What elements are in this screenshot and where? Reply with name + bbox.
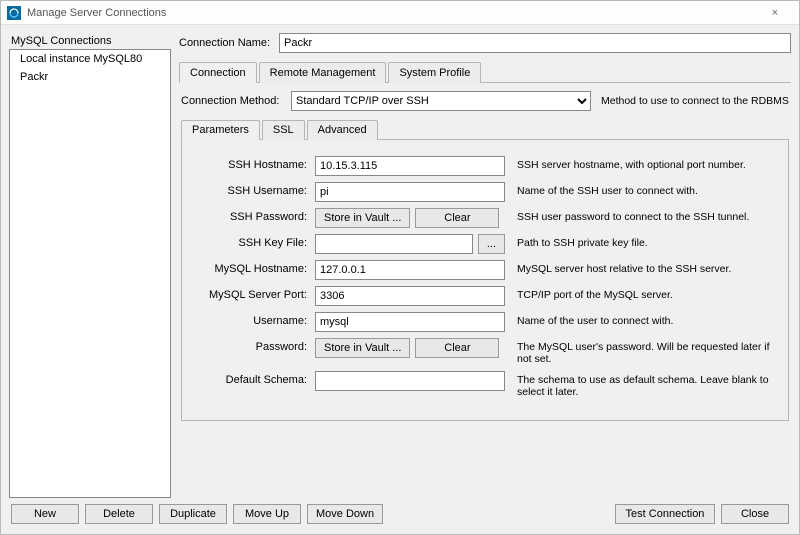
titlebar: Manage Server Connections ×	[1, 1, 799, 25]
new-button[interactable]: New	[11, 504, 79, 524]
window-close-button[interactable]: ×	[757, 7, 793, 19]
tab-system-profile[interactable]: System Profile	[388, 62, 481, 83]
connection-method-select[interactable]: Standard TCP/IP over SSH	[291, 91, 591, 111]
ssh-keyfile-label: SSH Key File:	[190, 234, 315, 249]
connections-heading: MySQL Connections	[11, 35, 169, 47]
close-button[interactable]: Close	[721, 504, 789, 524]
connections-list[interactable]: Local instance MySQL80 Packr	[9, 49, 171, 498]
mysql-password-clear-button[interactable]: Clear	[415, 338, 499, 358]
subtab-advanced[interactable]: Advanced	[307, 120, 378, 140]
mysql-username-desc: Name of the user to connect with.	[505, 312, 780, 327]
mysql-username-input[interactable]	[315, 312, 505, 332]
mysql-port-desc: TCP/IP port of the MySQL server.	[505, 286, 780, 301]
mysql-username-label: Username:	[190, 312, 315, 327]
mysql-hostname-label: MySQL Hostname:	[190, 260, 315, 275]
subtab-parameters[interactable]: Parameters	[181, 120, 260, 140]
move-up-button[interactable]: Move Up	[233, 504, 301, 524]
window-title: Manage Server Connections	[27, 7, 166, 19]
parameter-tabs: Parameters SSL Advanced	[181, 119, 789, 140]
ssh-username-label: SSH Username:	[190, 182, 315, 197]
main-tabs: Connection Remote Management System Prof…	[179, 61, 791, 83]
connection-name-label: Connection Name:	[179, 37, 279, 49]
connection-name-input[interactable]	[279, 33, 791, 53]
app-icon	[7, 6, 21, 20]
parameters-pane: SSH Hostname: SSH server hostname, with …	[181, 140, 789, 421]
mysql-hostname-input[interactable]	[315, 260, 505, 280]
mysql-password-store-button[interactable]: Store in Vault ...	[315, 338, 410, 358]
ssh-hostname-label: SSH Hostname:	[190, 156, 315, 171]
connections-list-item[interactable]: Local instance MySQL80	[10, 50, 170, 68]
mysql-password-desc: The MySQL user's password. Will be reque…	[505, 338, 780, 365]
ssh-hostname-desc: SSH server hostname, with optional port …	[505, 156, 780, 171]
tab-remote-management[interactable]: Remote Management	[259, 62, 387, 83]
duplicate-button[interactable]: Duplicate	[159, 504, 227, 524]
ssh-password-label: SSH Password:	[190, 208, 315, 223]
delete-button[interactable]: Delete	[85, 504, 153, 524]
connection-method-description: Method to use to connect to the RDBMS	[601, 95, 789, 107]
ssh-username-desc: Name of the SSH user to connect with.	[505, 182, 780, 197]
connections-list-item[interactable]: Packr	[10, 68, 170, 86]
tab-connection[interactable]: Connection	[179, 62, 257, 83]
ssh-password-store-button[interactable]: Store in Vault ...	[315, 208, 410, 228]
subtab-ssl[interactable]: SSL	[262, 120, 305, 140]
mysql-port-input[interactable]	[315, 286, 505, 306]
test-connection-button[interactable]: Test Connection	[615, 504, 715, 524]
default-schema-desc: The schema to use as default schema. Lea…	[505, 371, 780, 398]
window: Manage Server Connections × MySQL Connec…	[0, 0, 800, 535]
ssh-keyfile-desc: Path to SSH private key file.	[505, 234, 780, 249]
ssh-password-desc: SSH user password to connect to the SSH …	[505, 208, 780, 223]
default-schema-input[interactable]	[315, 371, 505, 391]
move-down-button[interactable]: Move Down	[307, 504, 383, 524]
mysql-password-label: Password:	[190, 338, 315, 353]
footer: New Delete Duplicate Move Up Move Down T…	[9, 498, 791, 526]
connection-method-label: Connection Method:	[181, 95, 291, 107]
ssh-hostname-input[interactable]	[315, 156, 505, 176]
ssh-keyfile-input[interactable]	[315, 234, 473, 254]
default-schema-label: Default Schema:	[190, 371, 315, 386]
ssh-password-clear-button[interactable]: Clear	[415, 208, 499, 228]
ssh-username-input[interactable]	[315, 182, 505, 202]
ssh-keyfile-browse-button[interactable]: ...	[478, 234, 505, 254]
mysql-port-label: MySQL Server Port:	[190, 286, 315, 301]
mysql-hostname-desc: MySQL server host relative to the SSH se…	[505, 260, 780, 275]
